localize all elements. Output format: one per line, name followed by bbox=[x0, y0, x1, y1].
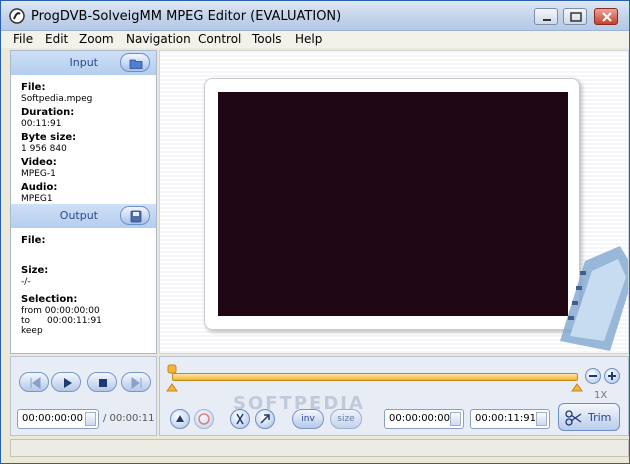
close-button[interactable] bbox=[594, 8, 618, 25]
film-strip-decoration bbox=[560, 246, 628, 351]
menu-tools[interactable]: Tools bbox=[252, 32, 282, 46]
trim-label: Trim bbox=[588, 411, 612, 424]
prev-frame-button[interactable] bbox=[19, 372, 49, 392]
output-header-label: Output bbox=[59, 209, 98, 222]
audio-value: MPEG1 bbox=[21, 194, 53, 204]
selection-end-spinner[interactable] bbox=[536, 412, 547, 426]
cut-marker-button[interactable] bbox=[194, 409, 214, 429]
menu-navigation[interactable]: Navigation bbox=[126, 32, 191, 46]
save-disk-icon bbox=[130, 210, 142, 223]
selection-end-value: 00:00:11:91 bbox=[475, 413, 537, 424]
stop-icon bbox=[99, 379, 107, 387]
output-size-value: -/- bbox=[21, 277, 31, 287]
selection-to-value: 00:00:11:91 bbox=[47, 316, 102, 326]
selection-label: Selection: bbox=[21, 294, 78, 305]
video-frame bbox=[204, 78, 580, 330]
menu-help[interactable]: Help bbox=[295, 32, 322, 46]
output-section-header: Output bbox=[11, 204, 156, 228]
video-label: Video: bbox=[21, 157, 57, 168]
input-section-header: Input bbox=[11, 51, 156, 75]
selection-mode: keep bbox=[21, 326, 43, 336]
info-panel: Input File: Softpedia.mpeg Duration: 00:… bbox=[10, 50, 157, 354]
target-icon bbox=[198, 413, 210, 425]
status-bar bbox=[10, 439, 629, 457]
step-back-icon bbox=[30, 377, 41, 389]
next-frame-button[interactable] bbox=[121, 372, 151, 392]
start-marker-icon[interactable] bbox=[166, 363, 178, 393]
current-time-spinner[interactable] bbox=[85, 412, 96, 426]
input-file-label: File: bbox=[21, 82, 46, 93]
total-time: / 00:00:11 bbox=[103, 413, 155, 424]
audio-label: Audio: bbox=[21, 182, 58, 193]
selection-end-field[interactable]: 00:00:11:91 bbox=[470, 409, 550, 429]
current-time-value: 00:00:00:00 bbox=[22, 413, 84, 424]
playback-controls: 00:00:00:00 / 00:00:11 bbox=[10, 356, 157, 436]
menu-control[interactable]: Control bbox=[198, 32, 241, 46]
input-file-value: Softpedia.mpeg bbox=[21, 94, 93, 104]
softpedia-watermark: SOFTPEDIA bbox=[233, 393, 365, 414]
menu-edit[interactable]: Edit bbox=[45, 32, 68, 46]
save-output-button[interactable] bbox=[120, 206, 150, 225]
byte-size-label: Byte size: bbox=[21, 132, 77, 143]
byte-size-value: 1 956 840 bbox=[21, 144, 67, 154]
output-file-label: File: bbox=[21, 235, 46, 246]
video-preview-area bbox=[159, 50, 629, 354]
duration-label: Duration: bbox=[21, 107, 75, 118]
maximize-icon bbox=[570, 12, 582, 22]
selection-start-spinner[interactable] bbox=[450, 412, 461, 426]
title-bar: ProgDVB-SolveigMM MPEG Editor (EVALUATIO… bbox=[1, 1, 629, 31]
zoom-in-button[interactable] bbox=[604, 368, 620, 384]
window-title: ProgDVB-SolveigMM MPEG Editor (EVALUATIO… bbox=[31, 9, 342, 24]
timeline-track[interactable] bbox=[172, 373, 578, 381]
open-file-button[interactable] bbox=[120, 53, 150, 72]
end-marker-icon[interactable] bbox=[571, 381, 583, 393]
folder-icon bbox=[129, 59, 143, 69]
menu-file[interactable]: File bbox=[13, 32, 33, 46]
scissors-icon bbox=[565, 410, 582, 426]
minus-icon bbox=[589, 375, 597, 377]
play-icon bbox=[64, 378, 72, 388]
selection-start-field[interactable]: 00:00:00:00 bbox=[384, 409, 464, 429]
selection-from: from 00:00:00:00 bbox=[21, 306, 100, 316]
app-window: ProgDVB-SolveigMM MPEG Editor (EVALUATIO… bbox=[0, 0, 630, 464]
minimize-button[interactable] bbox=[534, 8, 558, 25]
duration-value: 00:11:91 bbox=[21, 119, 62, 129]
output-size-label: Size: bbox=[21, 265, 49, 276]
zoom-out-button[interactable] bbox=[585, 368, 601, 384]
trim-button[interactable]: Trim bbox=[558, 403, 620, 431]
marker-up-button[interactable] bbox=[170, 409, 190, 429]
minimize-icon bbox=[543, 19, 551, 21]
selection-to-label: to bbox=[21, 316, 31, 326]
maximize-button[interactable] bbox=[563, 8, 587, 25]
play-button[interactable] bbox=[51, 372, 81, 392]
stop-button[interactable] bbox=[87, 372, 117, 392]
app-icon bbox=[9, 8, 25, 24]
timeline-panel: 1X inv size 00:00:00:00 00:00:11:91 Trim bbox=[159, 356, 629, 436]
menu-bar: File Edit Zoom Navigation Control Tools … bbox=[1, 31, 629, 48]
step-forward-icon bbox=[131, 377, 142, 389]
video-screen bbox=[218, 92, 568, 316]
current-time-field[interactable]: 00:00:00:00 bbox=[17, 409, 99, 429]
input-header-label: Input bbox=[69, 56, 98, 69]
plus-icon bbox=[608, 372, 616, 380]
video-value: MPEG-1 bbox=[21, 169, 56, 179]
triangle-up-icon bbox=[176, 415, 184, 422]
speed-indicator: 1X bbox=[594, 390, 608, 401]
menu-zoom[interactable]: Zoom bbox=[79, 32, 114, 46]
selection-start-value: 00:00:00:00 bbox=[389, 413, 451, 424]
close-icon bbox=[602, 12, 612, 22]
